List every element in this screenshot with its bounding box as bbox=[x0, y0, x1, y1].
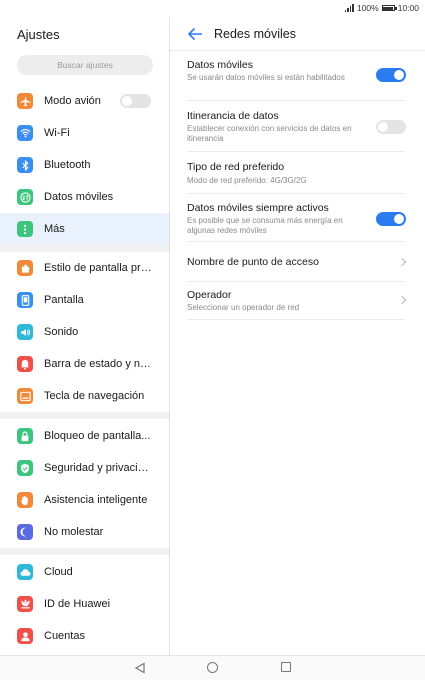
search-input[interactable]: Buscar ajustes bbox=[17, 55, 153, 75]
setting-mobile-data[interactable]: Datos móviles Se usarán datos móviles si… bbox=[170, 51, 425, 101]
always-on-data-toggle[interactable] bbox=[376, 212, 406, 226]
airplane-mode-toggle[interactable] bbox=[120, 94, 151, 108]
sidebar-item-label: No molestar bbox=[44, 526, 104, 538]
nav-home-icon[interactable] bbox=[207, 662, 218, 673]
setting-data-roaming[interactable]: Itinerancia de datos Establecer conexión… bbox=[170, 101, 425, 152]
sidebar-item-display[interactable]: Pantalla bbox=[0, 284, 169, 316]
setting-title: Itinerancia de datos bbox=[187, 110, 279, 122]
cloud-icon bbox=[17, 564, 33, 580]
sidebar-item-wifi[interactable]: Wi-Fi bbox=[0, 117, 169, 149]
setting-access-point-names[interactable]: Nombre de punto de acceso bbox=[170, 242, 425, 282]
setting-carrier[interactable]: Operador Seleccionar un operador de red bbox=[170, 282, 425, 320]
sidebar-item-accounts[interactable]: Cuentas bbox=[0, 620, 169, 652]
sidebar-item-huawei-id[interactable]: ID de Huawei bbox=[0, 588, 169, 620]
sidebar-item-security-privacy[interactable]: Seguridad y privacid... bbox=[0, 452, 169, 484]
notification-icon bbox=[17, 356, 33, 372]
status-indicators: 100% 10:00 bbox=[344, 3, 419, 13]
system-navigation-bar bbox=[0, 655, 425, 680]
nav-recent-apps-icon[interactable] bbox=[281, 662, 291, 672]
sidebar-item-label: Bluetooth bbox=[44, 159, 91, 171]
sidebar-item-label: Asistencia inteligente bbox=[44, 494, 148, 506]
navigation-key-icon bbox=[17, 388, 33, 404]
sidebar-item-label: Estilo de pantalla pri... bbox=[44, 262, 152, 274]
sidebar-item-label: Datos móviles bbox=[44, 191, 114, 203]
sidebar-item-label: Pantalla bbox=[44, 294, 84, 306]
sidebar-item-do-not-disturb[interactable]: No molestar bbox=[0, 516, 169, 548]
sidebar-item-label: Tecla de navegación bbox=[44, 390, 145, 402]
mobile-networks-pane: Redes móviles Datos móviles Se usarán da… bbox=[170, 17, 425, 655]
huawei-icon bbox=[17, 596, 33, 612]
setting-preferred-network-type[interactable]: Tipo de red preferido Modo de red prefer… bbox=[170, 152, 425, 194]
account-icon bbox=[17, 628, 33, 644]
lock-icon bbox=[17, 428, 33, 444]
hand-icon bbox=[17, 492, 33, 508]
battery-percent: 100% bbox=[356, 3, 379, 13]
display-icon bbox=[17, 292, 33, 308]
sidebar-item-label: Wi-Fi bbox=[44, 127, 70, 139]
setting-subtitle: Modo de red preferido: 4G/3G/2G bbox=[187, 176, 307, 185]
home-icon bbox=[17, 260, 33, 276]
sidebar-item-label: Bloqueo de pantalla... bbox=[44, 430, 151, 442]
mobile-data-toggle[interactable] bbox=[376, 68, 406, 82]
setting-subtitle: Es posible que se consuma más energía en… bbox=[187, 216, 343, 235]
sidebar-item-airplane-mode[interactable]: Modo avión bbox=[0, 85, 169, 117]
group-divider bbox=[0, 412, 169, 419]
row-divider bbox=[187, 319, 405, 320]
chevron-right-icon bbox=[397, 295, 407, 305]
airplane-icon bbox=[17, 93, 33, 109]
setting-subtitle: Seleccionar un operador de red bbox=[187, 303, 300, 312]
setting-always-on-mobile-data[interactable]: Datos móviles siempre activos Es posible… bbox=[170, 194, 425, 242]
sidebar-item-mobile-data[interactable]: Datos móviles bbox=[0, 181, 169, 213]
sidebar-item-sound[interactable]: Sonido bbox=[0, 316, 169, 348]
sidebar-item-label: Seguridad y privacid... bbox=[44, 462, 152, 474]
sidebar-item-cloud[interactable]: Cloud bbox=[0, 556, 169, 588]
sidebar-item-bluetooth[interactable]: Bluetooth bbox=[0, 149, 169, 181]
sound-icon bbox=[17, 324, 33, 340]
data-roaming-toggle[interactable] bbox=[376, 120, 406, 134]
sidebar-item-label: ID de Huawei bbox=[44, 598, 111, 610]
mobile-data-icon bbox=[17, 189, 33, 205]
setting-title: Operador bbox=[187, 289, 232, 301]
setting-title: Nombre de punto de acceso bbox=[187, 256, 319, 268]
sidebar-item-smart-assistance[interactable]: Asistencia inteligente bbox=[0, 484, 169, 516]
setting-subtitle: Establecer conexión con servicios de dat… bbox=[187, 124, 352, 143]
bluetooth-icon bbox=[17, 157, 33, 173]
signal-icon bbox=[344, 4, 354, 12]
setting-title: Tipo de red preferido bbox=[187, 161, 285, 173]
nav-back-icon[interactable] bbox=[134, 662, 146, 674]
more-icon bbox=[17, 221, 33, 237]
clock: 10:00 bbox=[397, 3, 419, 13]
sidebar-item-status-bar[interactable]: Barra de estado y no... bbox=[0, 348, 169, 380]
detail-header: Redes móviles bbox=[170, 17, 425, 51]
battery-icon bbox=[381, 5, 397, 11]
sidebar-item-screen-lock[interactable]: Bloqueo de pantalla... bbox=[0, 420, 169, 452]
chevron-right-icon bbox=[397, 257, 407, 267]
back-arrow-icon[interactable] bbox=[186, 26, 204, 42]
sidebar-item-label: Barra de estado y no... bbox=[44, 358, 152, 370]
setting-title: Datos móviles bbox=[187, 59, 253, 71]
shield-icon bbox=[17, 460, 33, 476]
wifi-icon bbox=[17, 125, 33, 141]
status-bar: 100% 10:00 bbox=[0, 0, 425, 17]
sidebar-item-label: Sonido bbox=[44, 326, 79, 338]
sidebar-item-navigation-key[interactable]: Tecla de navegación bbox=[0, 380, 169, 412]
group-divider bbox=[0, 245, 169, 252]
sidebar-title: Ajustes bbox=[17, 27, 60, 42]
setting-subtitle: Se usarán datos móviles si están habilit… bbox=[187, 73, 345, 82]
sidebar-item-label: Cuentas bbox=[44, 630, 85, 642]
sidebar-item-label: Cloud bbox=[44, 566, 73, 578]
group-divider bbox=[0, 548, 169, 555]
sidebar-item-home-screen-style[interactable]: Estilo de pantalla pri... bbox=[0, 252, 169, 284]
page-title: Redes móviles bbox=[214, 27, 296, 41]
moon-icon bbox=[17, 524, 33, 540]
sidebar-item-more[interactable]: Más bbox=[0, 213, 169, 245]
settings-sidebar: Ajustes Buscar ajustes Modo avión Wi-Fi … bbox=[0, 17, 169, 655]
setting-title: Datos móviles siempre activos bbox=[187, 202, 329, 214]
sidebar-item-label: Más bbox=[44, 223, 65, 235]
